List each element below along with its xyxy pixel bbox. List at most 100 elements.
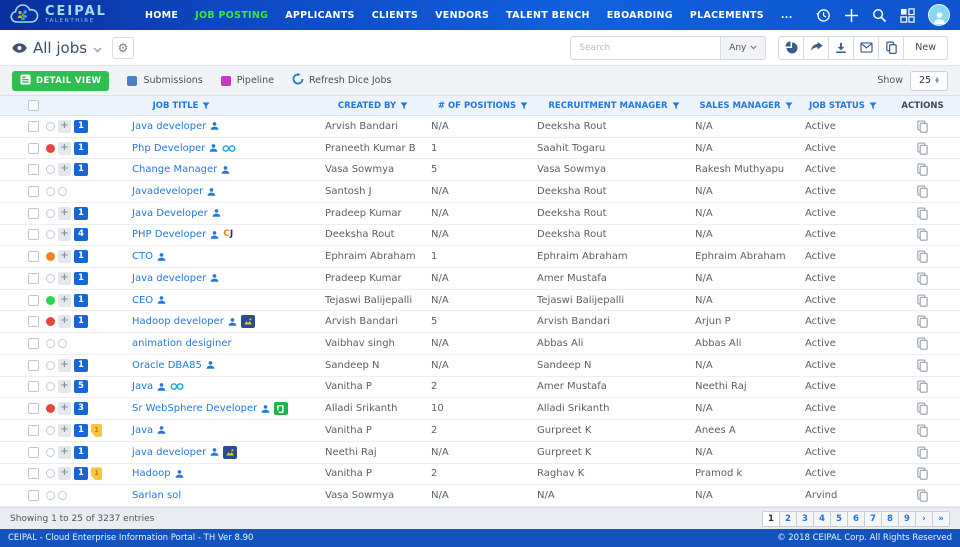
grid-icon[interactable] [900, 7, 915, 23]
tag-badge[interactable]: 1 [91, 467, 102, 481]
nav-item-placements[interactable]: PLACEMENTS [690, 10, 764, 21]
submission-count-badge[interactable]: 4 [74, 228, 88, 242]
submission-count-badge[interactable]: 1 [74, 423, 88, 437]
copy-job-icon[interactable] [916, 163, 929, 177]
row-checkbox[interactable] [28, 359, 39, 371]
copy-job-icon[interactable] [916, 402, 929, 415]
pie-chart-button[interactable] [778, 35, 805, 60]
job-title-link[interactable]: Hadoop [132, 468, 171, 479]
row-checkbox[interactable] [28, 446, 39, 458]
add-submission-button[interactable]: + [58, 228, 71, 242]
row-checkbox[interactable] [28, 207, 39, 219]
job-title-link[interactable]: Java developer [132, 121, 206, 132]
copy-job-icon[interactable] [916, 185, 929, 198]
row-checkbox[interactable] [28, 403, 39, 415]
row-checkbox[interactable] [28, 186, 39, 198]
job-title-link[interactable]: Java [132, 425, 153, 436]
job-title-link[interactable]: Hadoop developer [132, 316, 224, 327]
last-page-button[interactable]: » [932, 510, 950, 527]
page-button-4[interactable]: 4 [813, 510, 831, 527]
row-checkbox[interactable] [28, 229, 39, 241]
row-checkbox[interactable] [28, 490, 39, 502]
row-checkbox[interactable] [28, 251, 39, 263]
job-title-link[interactable]: PHP Developer [132, 229, 206, 240]
mail-button[interactable] [853, 35, 880, 60]
copy-job-icon[interactable] [916, 467, 929, 481]
chevron-down-icon[interactable] [93, 38, 102, 57]
submission-count-badge[interactable]: 1 [74, 141, 88, 155]
page-button-6[interactable]: 6 [847, 510, 865, 527]
nav-item-vendors[interactable]: VENDORS [435, 10, 489, 21]
submission-count-badge[interactable]: 1 [74, 315, 88, 329]
add-submission-button[interactable]: + [58, 423, 71, 437]
page-button-7[interactable]: 7 [864, 510, 882, 527]
row-checkbox[interactable] [28, 164, 39, 176]
add-submission-button[interactable]: + [58, 206, 71, 220]
add-submission-button[interactable]: + [58, 467, 71, 481]
nav-item-applicants[interactable]: APPLICANTS [285, 10, 354, 21]
submission-count-badge[interactable]: 1 [74, 119, 88, 133]
row-checkbox[interactable] [28, 120, 39, 132]
row-checkbox[interactable] [28, 338, 39, 350]
copy-job-icon[interactable] [916, 120, 929, 133]
submission-count-badge[interactable]: 3 [74, 402, 88, 416]
job-title-link[interactable]: java developer [132, 447, 206, 458]
search-icon[interactable] [872, 8, 887, 23]
add-submission-button[interactable]: + [58, 315, 71, 329]
search-scope-select[interactable]: Any [720, 35, 767, 60]
copy-job-icon[interactable] [916, 272, 929, 285]
submission-count-badge[interactable]: 5 [74, 380, 88, 394]
gear-icon[interactable]: ⚙ [112, 36, 135, 59]
page-button-2[interactable]: 2 [779, 510, 797, 527]
next-page-button[interactable]: › [915, 510, 933, 527]
job-title-link[interactable]: CTO [132, 251, 153, 262]
job-title-link[interactable]: CEO [132, 295, 153, 306]
job-title-link[interactable]: animation desiginer [132, 338, 232, 349]
download-button[interactable] [828, 35, 855, 60]
copy-job-icon[interactable] [916, 228, 929, 242]
row-checkbox[interactable] [28, 294, 39, 306]
page-button-1[interactable]: 1 [762, 510, 780, 527]
add-submission-button[interactable]: + [58, 141, 71, 155]
add-submission-button[interactable]: + [58, 445, 71, 459]
nav-item-talent-bench[interactable]: TALENT BENCH [506, 10, 590, 21]
share-button[interactable] [803, 35, 830, 60]
submission-count-badge[interactable]: 1 [74, 445, 88, 459]
job-title-link[interactable]: Change Manager [132, 164, 217, 175]
filter-funnel-icon[interactable] [785, 101, 793, 110]
copy-job-icon[interactable] [916, 489, 929, 502]
copy-job-icon[interactable] [916, 315, 929, 329]
filter-funnel-icon[interactable] [520, 101, 528, 110]
filter-funnel-icon[interactable] [400, 101, 408, 110]
tag-badge[interactable]: 1 [91, 423, 102, 437]
select-all-checkbox[interactable] [28, 100, 39, 111]
row-checkbox[interactable] [28, 316, 39, 328]
nav-item-eboarding[interactable]: EBOARDING [607, 10, 673, 21]
page-size-select[interactable]: 25 ▲ ▼ [910, 70, 948, 91]
submission-count-badge[interactable]: 1 [74, 250, 88, 264]
plus-icon[interactable] [844, 8, 859, 23]
detail-view-button[interactable]: DETAIL VIEW [12, 70, 110, 91]
row-checkbox[interactable] [28, 381, 39, 393]
row-checkbox[interactable] [28, 468, 39, 480]
nav-item-home[interactable]: HOME [145, 10, 178, 21]
submission-count-badge[interactable]: 1 [74, 467, 88, 481]
row-checkbox[interactable] [28, 142, 39, 154]
job-title-link[interactable]: Java Developer [132, 208, 208, 219]
job-title-link[interactable]: Java developer [132, 273, 206, 284]
copy-job-icon[interactable] [916, 337, 929, 350]
page-button-8[interactable]: 8 [881, 510, 899, 527]
job-title-link[interactable]: Oracle DBA85 [132, 360, 202, 371]
copy-job-icon[interactable] [916, 207, 929, 220]
refresh-dice-jobs-button[interactable]: Refresh Dice Jobs [292, 73, 391, 88]
add-submission-button[interactable]: + [58, 402, 71, 416]
add-submission-button[interactable]: + [58, 271, 71, 285]
submission-count-badge[interactable]: 1 [74, 271, 88, 285]
submission-count-badge[interactable]: 1 [74, 293, 88, 307]
job-title-link[interactable]: Php Developer [132, 143, 205, 154]
submission-count-badge[interactable]: 1 [74, 163, 88, 177]
row-checkbox[interactable] [28, 424, 39, 436]
add-submission-button[interactable]: + [58, 293, 71, 307]
add-submission-button[interactable]: + [58, 119, 71, 133]
ceipal-logo[interactable]: CEIPAL TALENTHIRE [10, 3, 107, 28]
